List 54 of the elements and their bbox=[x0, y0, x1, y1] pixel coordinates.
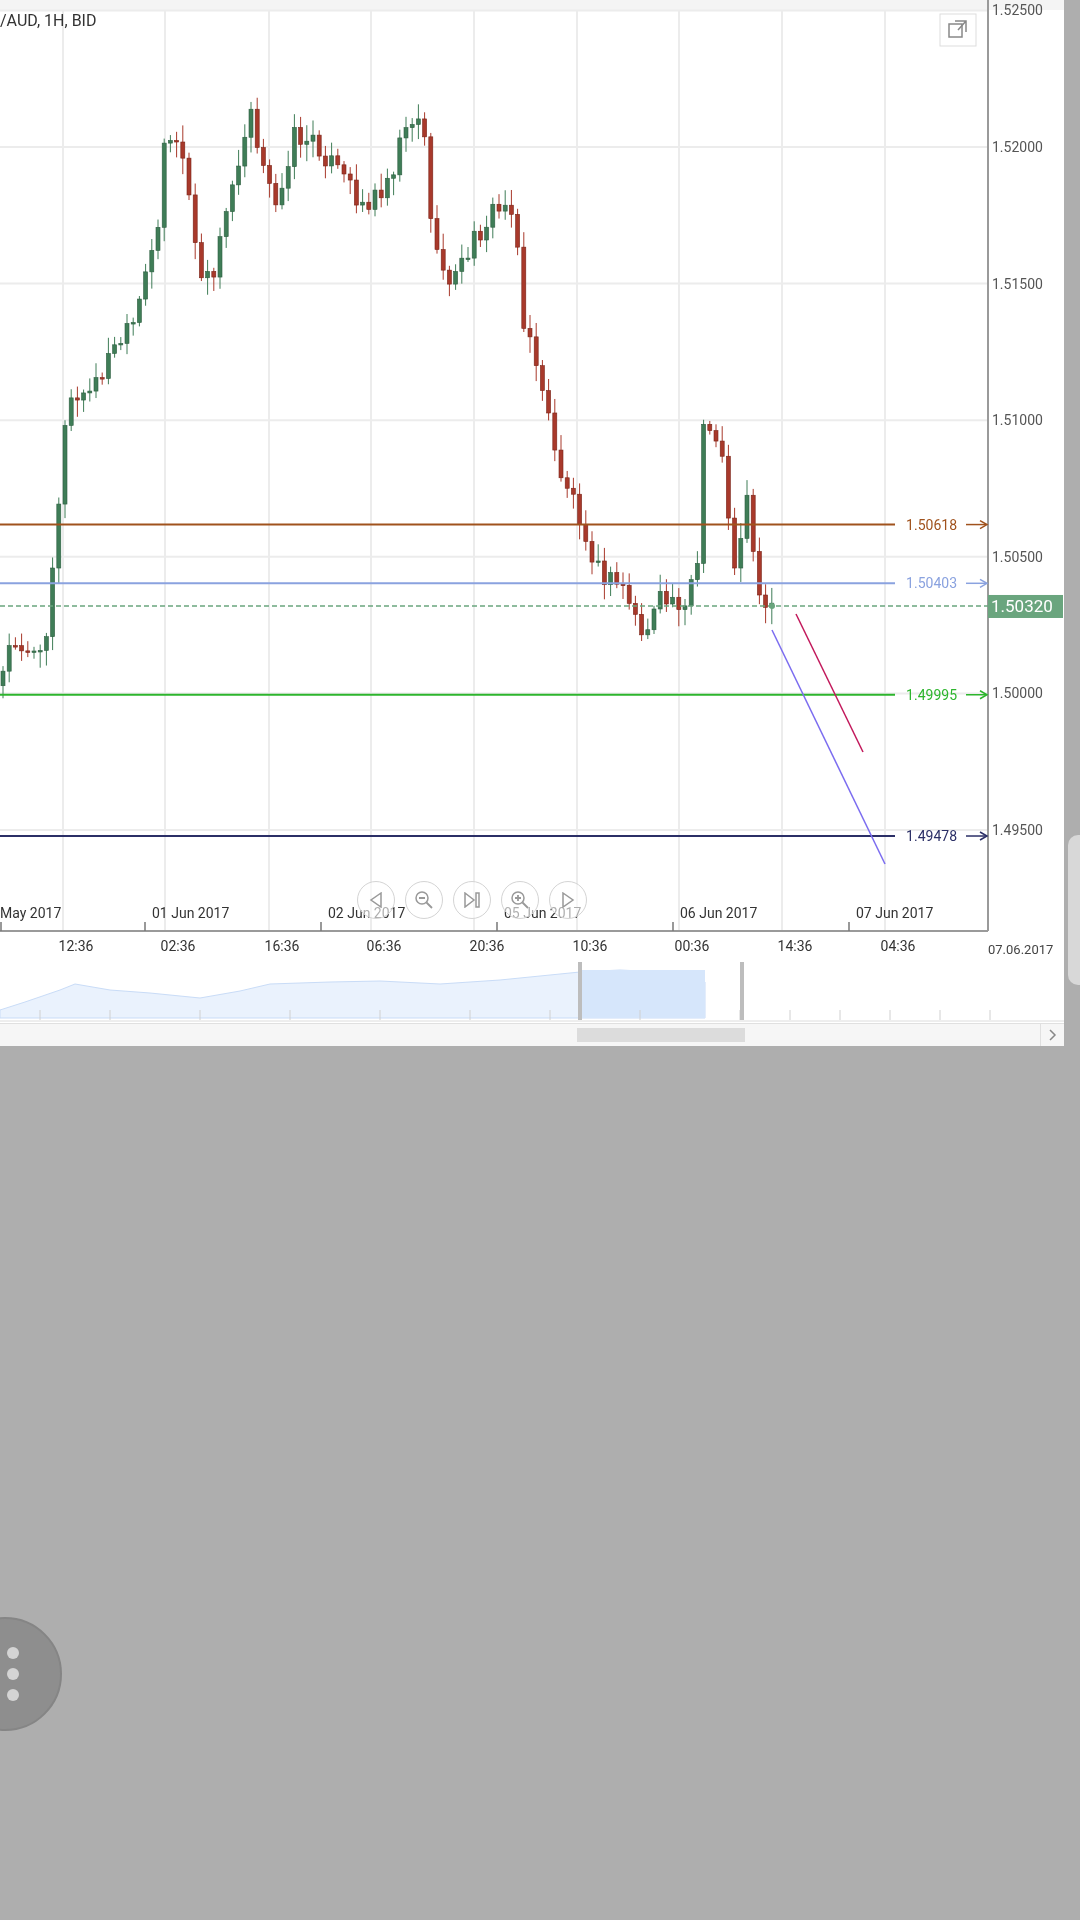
triangle-right-icon bbox=[561, 892, 575, 908]
triangle-left-icon bbox=[369, 892, 383, 908]
tick-mark bbox=[672, 921, 674, 932]
skip-end-icon bbox=[463, 892, 481, 908]
price-level-label: 1.50403 bbox=[906, 575, 957, 592]
time-label: 06:36 bbox=[366, 938, 402, 954]
range-handle[interactable] bbox=[578, 962, 582, 1020]
arrow-icon bbox=[965, 690, 989, 700]
date-label: 05 Jun 2017 bbox=[504, 905, 582, 921]
time-label: 20:36 bbox=[469, 938, 505, 954]
time-label: 10:36 bbox=[572, 938, 608, 954]
y-axis-label: 1.52000 bbox=[992, 139, 1043, 155]
time-label: 00:36 bbox=[674, 938, 710, 954]
tick-mark bbox=[320, 921, 322, 932]
y-axis-label: 1.51000 bbox=[992, 412, 1043, 429]
date-label: 06 Jun 2017 bbox=[680, 905, 758, 921]
time-label: 16:36 bbox=[264, 938, 300, 954]
y-axis-label: 1.50000 bbox=[992, 685, 1043, 702]
time-label: 12:36 bbox=[58, 938, 94, 954]
price-level-label: 1.50618 bbox=[906, 516, 957, 533]
time-label: 14:36 bbox=[777, 938, 813, 954]
more-vertical-icon bbox=[6, 1645, 20, 1703]
tick-mark bbox=[144, 921, 146, 932]
date-label: 01 Jun 2017 bbox=[152, 905, 230, 921]
arrow-icon bbox=[965, 831, 989, 841]
expand-icon[interactable] bbox=[948, 20, 967, 38]
zoom-out-button[interactable] bbox=[405, 881, 443, 919]
chevron-right-icon bbox=[1048, 1029, 1057, 1041]
price-level-label: 1.49995 bbox=[906, 686, 957, 703]
time-label: 02:36 bbox=[160, 938, 196, 954]
range-handle[interactable] bbox=[740, 962, 744, 1020]
current-price-tag: 1.50320 bbox=[988, 595, 1063, 618]
y-axis-label: 1.49500 bbox=[992, 822, 1043, 838]
time-label: 04:36 bbox=[880, 938, 916, 954]
current-price-dot bbox=[769, 603, 775, 609]
arrow-icon bbox=[965, 519, 989, 530]
y-axis-label: 1.51500 bbox=[992, 275, 1043, 292]
date-label: 02 Jun 2017 bbox=[328, 905, 406, 921]
scroll-right-button[interactable] bbox=[1040, 1023, 1064, 1046]
scroll-to-end-button[interactable] bbox=[453, 881, 491, 919]
end-date-label: 07.06.2017 bbox=[988, 942, 1054, 957]
date-label: May 2017 bbox=[0, 905, 62, 921]
zoom-out-icon bbox=[414, 890, 434, 910]
y-axis-label: 1.52500 bbox=[992, 2, 1043, 19]
tick-mark bbox=[0, 921, 2, 932]
scrollbar-thumb[interactable] bbox=[577, 1028, 745, 1042]
y-axis-label: 1.50500 bbox=[992, 548, 1043, 565]
tick-mark bbox=[848, 921, 850, 932]
chart-title: /AUD, 1H, BID bbox=[0, 11, 97, 30]
arrow-icon bbox=[965, 578, 989, 589]
price-level-label: 1.49478 bbox=[906, 828, 957, 844]
tick-mark bbox=[496, 921, 498, 932]
scroll-forward-button[interactable] bbox=[549, 881, 587, 919]
date-label: 07 Jun 2017 bbox=[856, 905, 934, 921]
